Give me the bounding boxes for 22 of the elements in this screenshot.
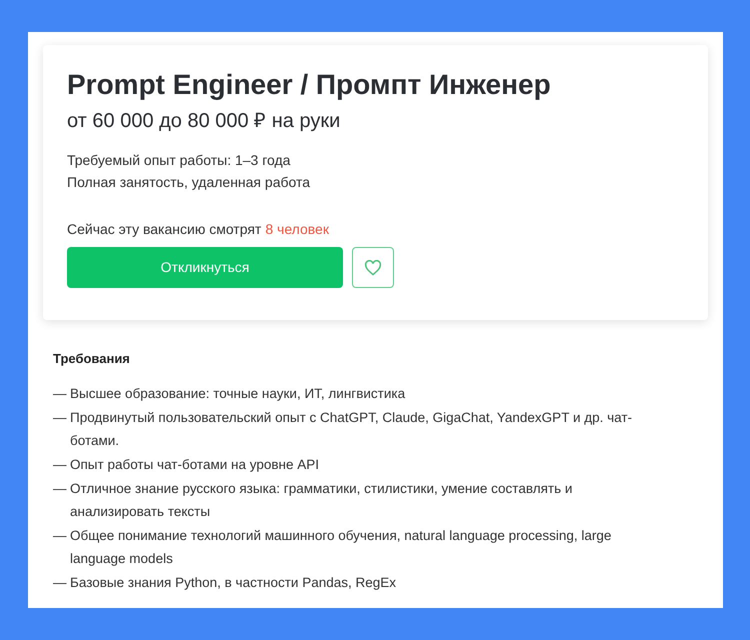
list-bullet: — xyxy=(53,480,68,498)
viewers-count: 8 человек xyxy=(265,220,329,239)
list-bullet: — xyxy=(53,385,68,403)
list-bullet: — xyxy=(53,527,68,545)
requirement-text: Опыт работы чат-ботами на уровне API xyxy=(70,456,320,474)
section-heading: Требования xyxy=(53,350,131,368)
favorite-button[interactable] xyxy=(352,247,394,288)
experience-text: Требуемый опыт работы: 1–3 года xyxy=(67,151,292,170)
vacancy-title: Prompt Engineer / Промпт Инженер xyxy=(67,68,552,102)
viewers-text: Сейчас эту вакансию смотрят xyxy=(67,220,262,239)
heart-icon xyxy=(364,260,382,276)
list-bullet: — xyxy=(53,456,68,474)
employment-text: Полная занятость, удаленная работа xyxy=(67,173,312,192)
requirement-text: Продвинутый пользовательский опыт с ChatGPT, Claude, GigaChat, YandexGPT и др. чат-ботами. xyxy=(70,409,634,450)
requirement-text: Базовые знания Python, в частности Pandas, RegEx xyxy=(70,574,398,592)
list-bullet: — xyxy=(53,409,68,427)
list-bullet: — xyxy=(53,574,68,592)
apply-button[interactable]: Откликнуться xyxy=(67,247,343,288)
requirement-text: Высшее образование: точные науки, ИТ, лингвистика xyxy=(70,385,406,403)
salary: от 60 000 до 80 000 ₽ на руки xyxy=(67,109,342,134)
requirement-text: Отличное знание русского языка: грамматики, стилистики, умение составлять и анализировать тексты xyxy=(70,480,574,521)
requirement-text: Общее понимание технологий машинного обучения, natural language processing, large language models xyxy=(70,527,612,568)
